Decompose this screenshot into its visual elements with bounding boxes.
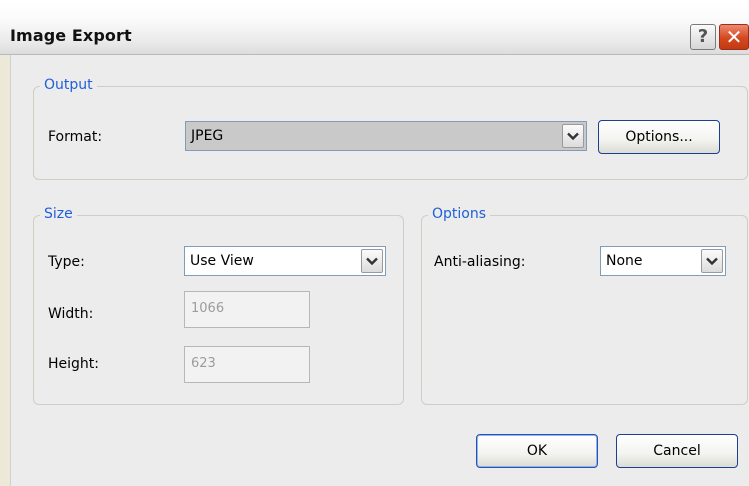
size-group: Size Type: Use View Width: 1066 Height: … [33,206,404,405]
width-field[interactable]: 1066 [184,291,310,328]
image-export-dialog: Image Export ? ✕ Output Format: JPEG Opt… [0,0,749,486]
antialiasing-value: None [606,253,643,269]
format-label: Format: [48,129,103,145]
type-dropdown[interactable]: Use View [184,246,386,276]
size-group-legend: Size [40,206,77,222]
chevron-down-icon [567,132,579,140]
antialiasing-dropdown-arrow[interactable] [701,249,723,273]
options-button[interactable]: Options... [598,120,720,154]
type-label: Type: [48,254,85,270]
close-button[interactable]: ✕ [719,24,749,50]
type-value: Use View [190,253,254,269]
chevron-down-icon [366,257,378,265]
chevron-down-icon [706,257,718,265]
dialog-body: Output Format: JPEG Options... Size Type… [10,55,749,486]
title-bar[interactable]: Image Export ? ✕ [0,0,749,55]
format-value: JPEG [191,128,224,144]
options-group-legend: Options [428,206,491,222]
help-icon: ? [697,26,709,47]
width-value: 1066 [191,301,225,316]
format-dropdown[interactable]: JPEG [185,121,587,151]
help-button[interactable]: ? [690,24,716,50]
antialiasing-dropdown[interactable]: None [600,246,726,276]
height-field[interactable]: 623 [184,346,310,383]
cancel-button[interactable]: Cancel [616,434,738,468]
type-dropdown-arrow[interactable] [361,249,383,273]
output-group-legend: Output [40,77,97,93]
width-label: Width: [48,306,94,322]
ok-button[interactable]: OK [476,434,598,468]
close-icon: ✕ [725,25,743,49]
options-group: Options Anti-aliasing: None [421,206,748,405]
output-group: Output Format: JPEG Options... [33,77,748,180]
window-title: Image Export [10,26,132,45]
height-value: 623 [191,356,216,371]
antialiasing-label: Anti-aliasing: [434,254,526,270]
format-dropdown-arrow[interactable] [562,124,584,148]
height-label: Height: [48,356,99,372]
